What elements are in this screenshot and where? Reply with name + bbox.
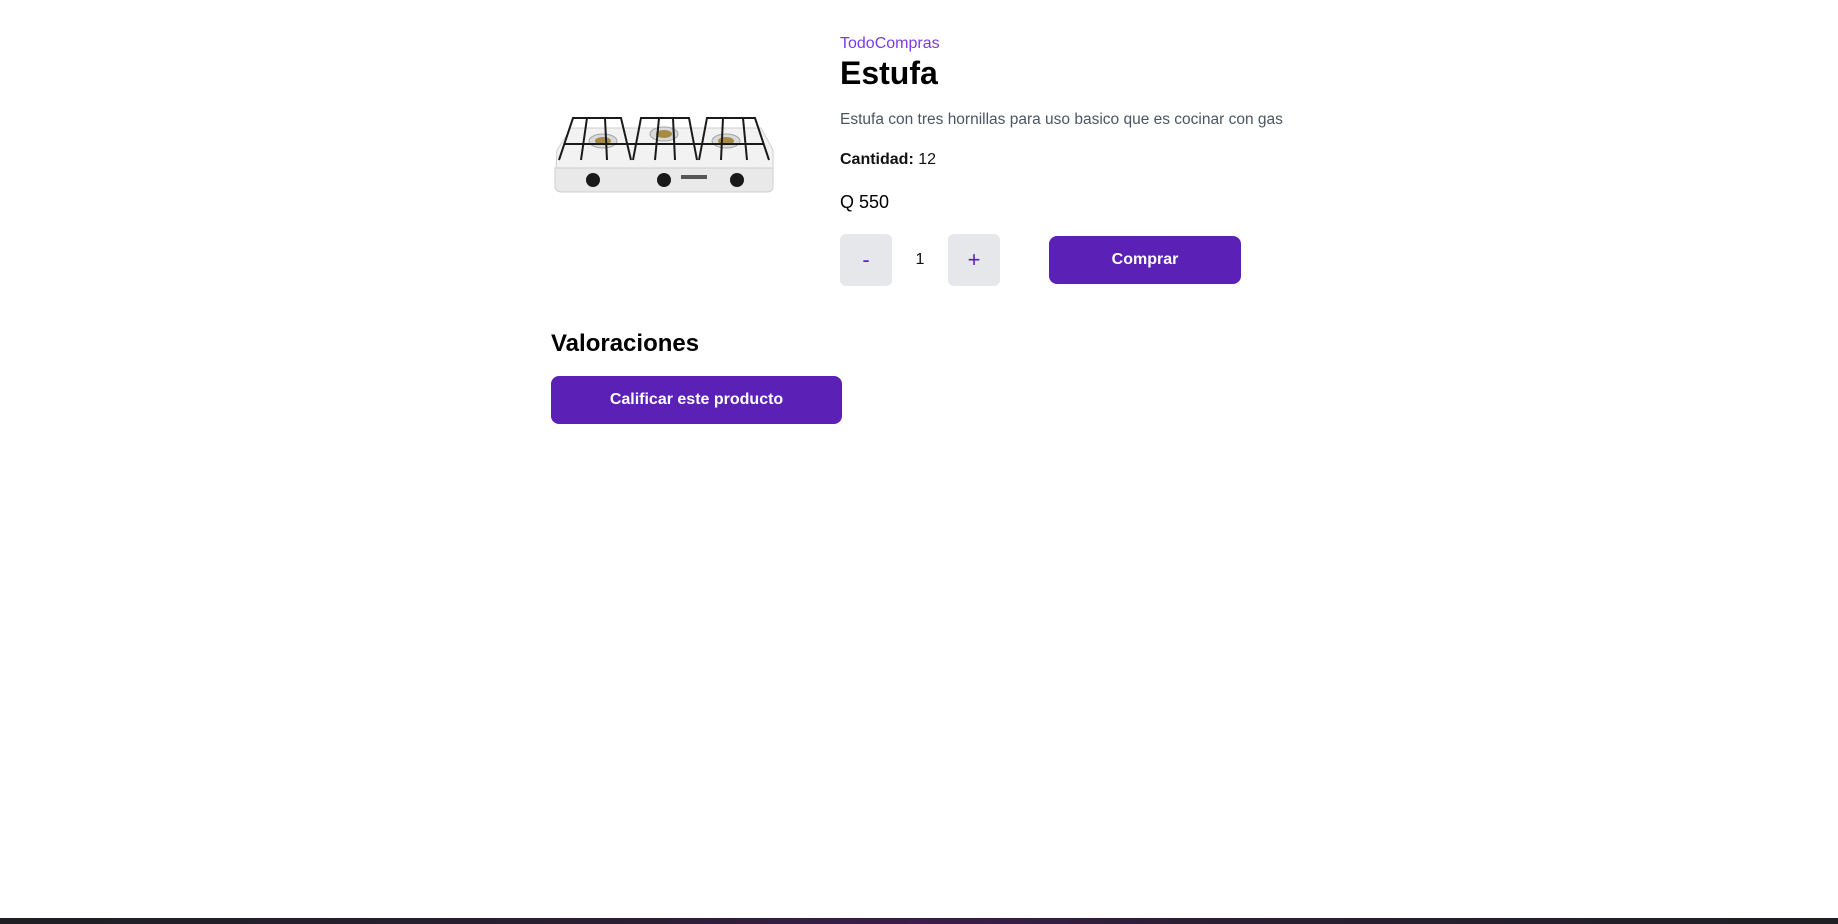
increase-quantity-button[interactable]: + (948, 234, 1000, 286)
taskbar-edge (0, 918, 1838, 924)
decrease-quantity-button[interactable]: - (840, 234, 892, 286)
product-price: Q 550 (840, 192, 890, 212)
rate-product-button[interactable]: Calificar este producto (551, 376, 842, 424)
stock-quantity: Cantidad: 12 (840, 151, 936, 169)
quantity-value: 1 (915, 251, 925, 268)
store-name-link[interactable]: TodoCompras (840, 35, 940, 53)
ratings-heading: Valoraciones (551, 330, 700, 357)
buy-button[interactable]: Comprar (1049, 236, 1241, 284)
product-page: TodoCompras Estufa Estufa con tres horni… (0, 0, 1838, 924)
product-title: Estufa (840, 55, 938, 91)
stock-value: 12 (918, 151, 937, 168)
stock-label: Cantidad: (840, 151, 914, 168)
product-description: Estufa con tres hornillas para uso basic… (840, 111, 1283, 128)
product-image (554, 117, 774, 193)
